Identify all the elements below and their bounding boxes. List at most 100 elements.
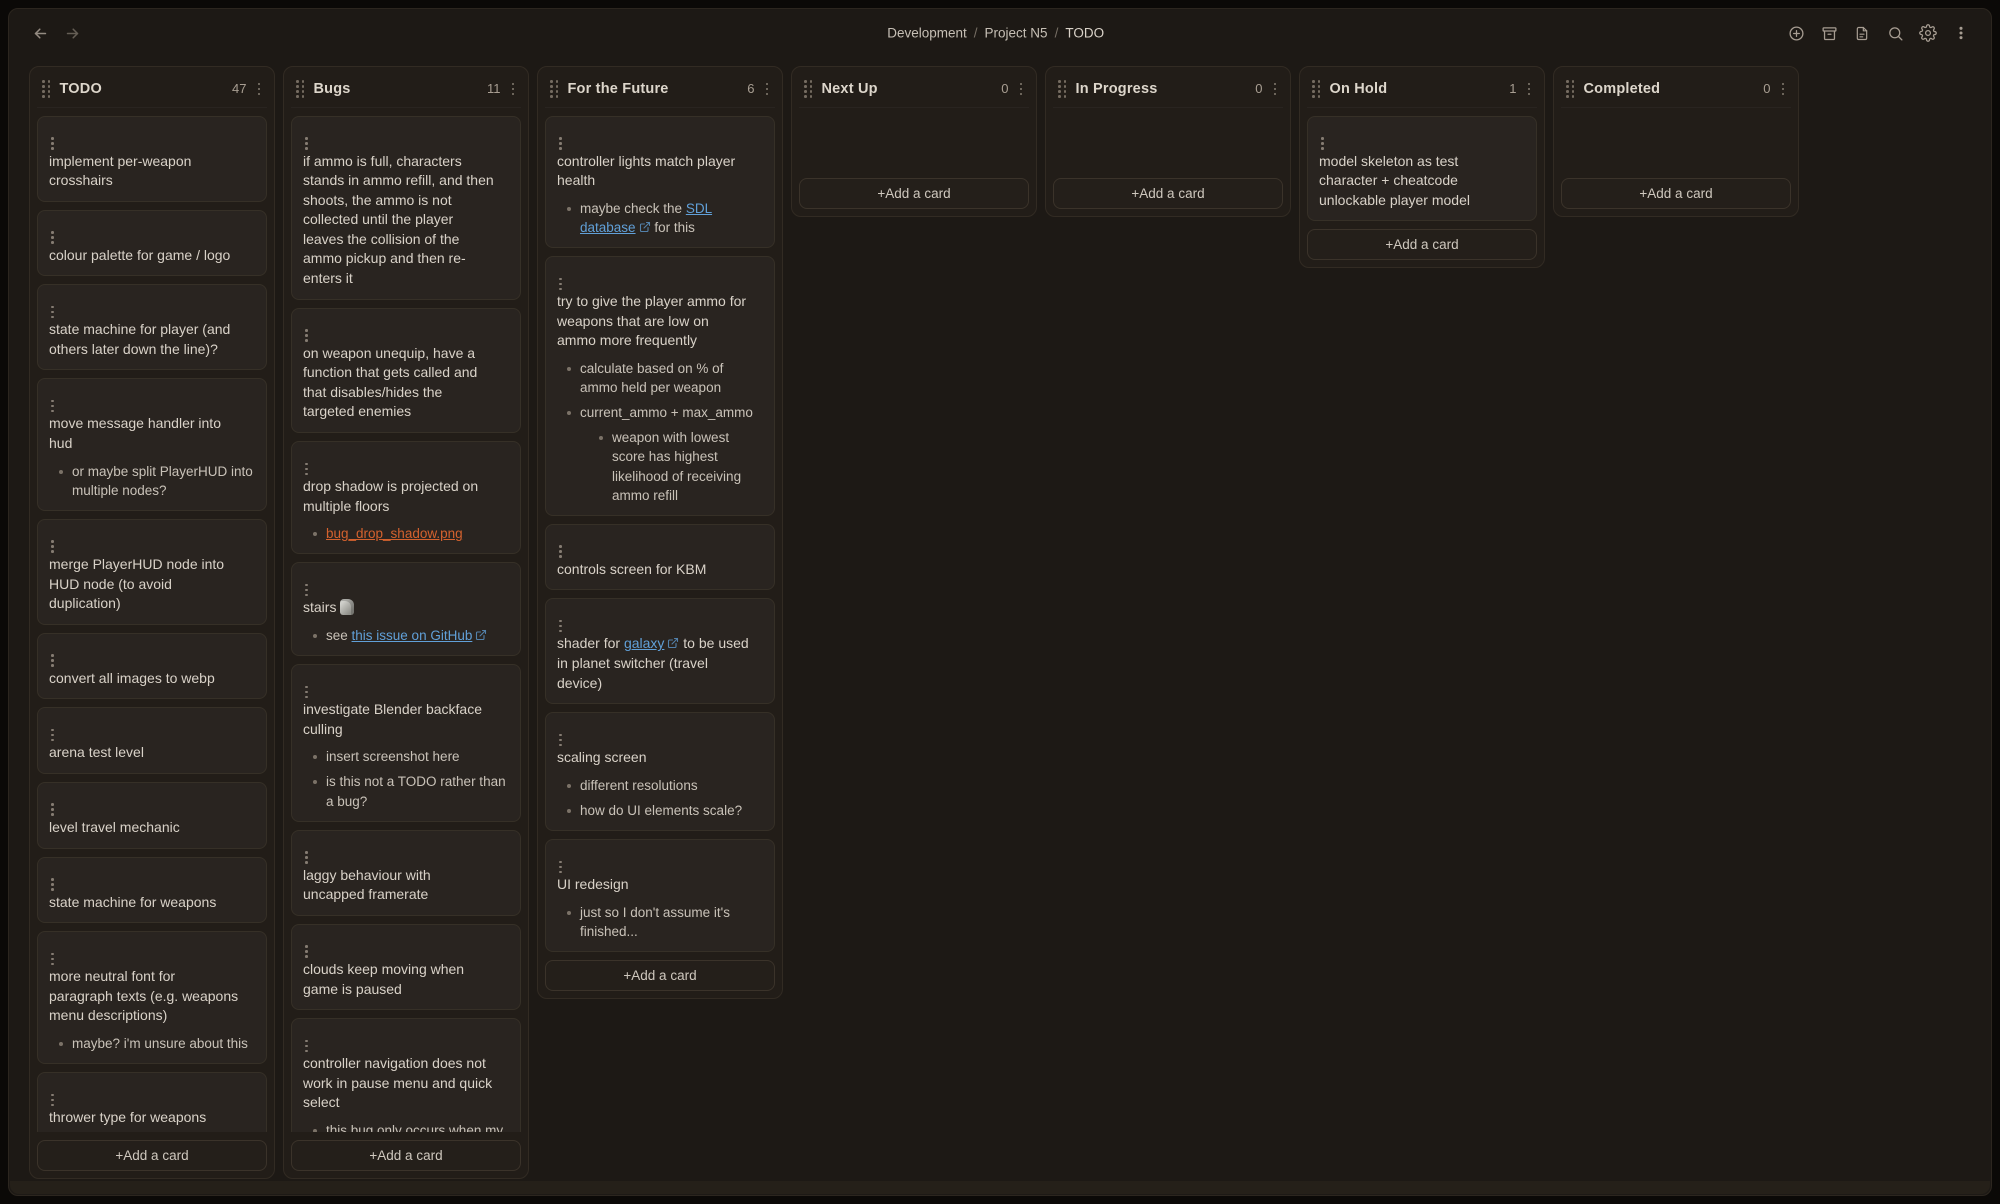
column-title: In Progress (1076, 81, 1158, 97)
card[interactable]: arena test level (37, 707, 267, 774)
column-menu-icon[interactable] (256, 81, 263, 98)
card-link[interactable]: bug_drop_shadow.png (326, 526, 463, 541)
note-text: see this issue on GitHub (326, 626, 487, 645)
card-menu-icon[interactable] (49, 229, 56, 246)
card-menu-icon[interactable] (557, 543, 564, 560)
card-menu-icon[interactable] (303, 582, 310, 599)
card-menu-icon[interactable] (49, 135, 56, 152)
card-note-item: calculate based on % of ammo held per we… (567, 359, 763, 397)
drag-handle-icon[interactable] (804, 80, 813, 98)
card-menu-icon[interactable] (49, 727, 56, 744)
drag-handle-icon[interactable] (1058, 80, 1067, 98)
card-link[interactable]: this issue on GitHub (352, 628, 473, 643)
search-icon[interactable] (1885, 23, 1905, 43)
card-menu-icon[interactable] (303, 684, 310, 701)
card[interactable]: level travel mechanic (37, 782, 267, 849)
column-menu-icon[interactable] (1780, 81, 1787, 98)
column-menu-icon[interactable] (764, 81, 771, 98)
card[interactable]: controller lights match player healthmay… (545, 116, 775, 249)
card[interactable]: state machine for player (and others lat… (37, 284, 267, 370)
archive-icon[interactable] (1819, 23, 1839, 43)
breadcrumb-separator: / (1055, 26, 1059, 41)
card[interactable]: implement per-weapon crosshairs (37, 116, 267, 202)
column-menu-icon[interactable] (1018, 81, 1025, 98)
card-menu-icon[interactable] (303, 943, 310, 960)
card[interactable]: convert all images to webp (37, 633, 267, 700)
card-menu-icon[interactable] (49, 801, 56, 818)
card-menu-icon[interactable] (49, 398, 56, 415)
card[interactable]: shader for galaxy to be used in planet s… (545, 598, 775, 704)
card[interactable]: scaling screendifferent resolutionshow d… (545, 712, 775, 831)
card-notes: bug_drop_shadow.png (303, 524, 509, 543)
file-icon[interactable] (1852, 23, 1872, 43)
card-menu-icon[interactable] (49, 876, 56, 893)
back-icon[interactable] (31, 24, 49, 42)
card[interactable]: model skeleton as test character + cheat… (1307, 116, 1537, 222)
drag-handle-icon[interactable] (296, 80, 305, 98)
add-card-button[interactable]: +Add a card (545, 960, 775, 991)
topbar-actions (1786, 23, 1991, 43)
card[interactable]: if ammo is full, characters stands in am… (291, 116, 521, 300)
breadcrumb-item-current: TODO (1065, 26, 1104, 41)
card-menu-icon[interactable] (557, 859, 564, 876)
add-card-button[interactable]: +Add a card (1561, 178, 1791, 209)
add-card-button[interactable]: +Add a card (1307, 229, 1537, 260)
note-text: just so I don't assume it's finished... (580, 903, 763, 941)
card[interactable]: laggy behaviour with uncapped framerate (291, 830, 521, 916)
card[interactable]: investigate Blender backface cullinginse… (291, 664, 521, 822)
new-card-icon[interactable] (1786, 23, 1806, 43)
bullet-icon (313, 634, 317, 638)
card-menu-icon[interactable] (1319, 135, 1326, 152)
card[interactable]: controls screen for KBM (545, 524, 775, 591)
add-card-button[interactable]: +Add a card (37, 1140, 267, 1171)
drag-handle-icon[interactable] (42, 80, 51, 98)
bullet-icon (567, 911, 571, 915)
card[interactable]: state machine for weapons (37, 857, 267, 924)
card-menu-icon[interactable] (557, 732, 564, 749)
add-card-button[interactable]: +Add a card (1053, 178, 1283, 209)
card[interactable]: move message handler into hudor maybe sp… (37, 378, 267, 511)
card[interactable]: on weapon unequip, have a function that … (291, 308, 521, 433)
card-menu-icon[interactable] (303, 327, 310, 344)
card-menu-icon[interactable] (557, 618, 564, 635)
column-menu-icon[interactable] (510, 81, 517, 98)
card-menu-icon[interactable] (303, 461, 310, 478)
card-title: on weapon unequip, have a function that … (303, 344, 509, 422)
column-menu-icon[interactable] (1272, 81, 1279, 98)
drag-handle-icon[interactable] (1566, 80, 1575, 98)
card-menu-icon[interactable] (557, 135, 564, 152)
settings-icon[interactable] (1918, 23, 1938, 43)
drag-handle-icon[interactable] (1312, 80, 1321, 98)
card[interactable]: controller navigation does not work in p… (291, 1018, 521, 1132)
forward-icon[interactable] (63, 24, 81, 42)
breadcrumb-item[interactable]: Development (887, 26, 967, 41)
card[interactable]: try to give the player ammo for weapons … (545, 256, 775, 516)
horizontal-scrollbar[interactable] (10, 1181, 1990, 1194)
card[interactable]: merge PlayerHUD node into HUD node (to a… (37, 519, 267, 625)
card-menu-icon[interactable] (303, 1038, 310, 1055)
card-menu-icon[interactable] (49, 538, 56, 555)
card[interactable]: UI redesignjust so I don't assume it's f… (545, 839, 775, 952)
card[interactable]: stairssee this issue on GitHub (291, 562, 521, 656)
card[interactable]: thrower type for weapons (37, 1072, 267, 1132)
card-link[interactable]: galaxy (624, 635, 664, 651)
card-menu-icon[interactable] (557, 276, 564, 293)
card[interactable]: colour palette for game / logo (37, 210, 267, 277)
card[interactable]: drop shadow is projected on multiple flo… (291, 441, 521, 554)
card-menu-icon[interactable] (49, 304, 56, 321)
add-card-button[interactable]: +Add a card (291, 1140, 521, 1171)
add-card-button[interactable]: +Add a card (799, 178, 1029, 209)
card-menu-icon[interactable] (49, 652, 56, 669)
more-icon[interactable] (1951, 23, 1971, 43)
card[interactable]: clouds keep moving when game is paused (291, 924, 521, 1010)
drag-handle-icon[interactable] (550, 80, 559, 98)
card[interactable]: more neutral font for paragraph texts (e… (37, 931, 267, 1064)
breadcrumb-item[interactable]: Project N5 (985, 26, 1048, 41)
card-menu-icon[interactable] (303, 849, 310, 866)
column-menu-icon[interactable] (1526, 81, 1533, 98)
card-menu-icon[interactable] (49, 951, 56, 968)
card-menu-icon[interactable] (303, 135, 310, 152)
bullet-icon (59, 470, 63, 474)
card-menu-icon[interactable] (49, 1092, 56, 1109)
card-notes: maybe check the SDL database for this (557, 199, 763, 237)
